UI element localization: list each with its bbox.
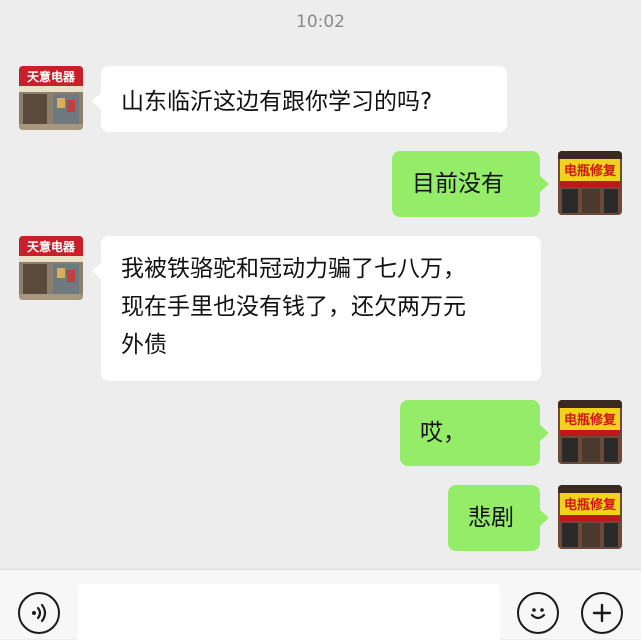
message-bubble-outgoing[interactable]: 目前没有 (392, 151, 549, 217)
chat-area[interactable]: 10:02 天意电器 山东临沂这边有跟你学习的吗? 目前没有 电瓶修复 天意电器… (0, 0, 641, 569)
emoji-icon[interactable] (517, 592, 559, 634)
message-bubble-incoming[interactable]: 我被铁骆驼和冠动力骗了七八万， 现在手里也没有钱了，还欠两万元 外债 (92, 236, 541, 381)
message-text: 哎， (420, 420, 466, 446)
my-avatar[interactable]: 电瓶修复 (558, 151, 622, 215)
voice-icon[interactable] (18, 592, 60, 634)
message-text: 悲剧 (468, 505, 514, 531)
message-bubble-outgoing[interactable]: 悲剧 (448, 485, 549, 551)
message-line: 现在手里也没有钱了，还欠两万元 (121, 294, 466, 320)
contact-avatar[interactable]: 天意电器 (19, 236, 83, 300)
message-timestamp: 10:02 (296, 12, 345, 32)
my-avatar-sign: 电瓶修复 (564, 163, 617, 179)
my-avatar[interactable]: 电瓶修复 (558, 485, 622, 549)
contact-avatar-sign: 天意电器 (27, 69, 76, 84)
my-avatar-sign: 电瓶修复 (564, 497, 617, 513)
message-text: 山东临沂这边有跟你学习的吗? (121, 89, 433, 115)
message-line: 我被铁骆驼和冠动力骗了七八万， (121, 256, 466, 282)
input-bar (0, 569, 641, 640)
message-input[interactable] (78, 584, 500, 640)
contact-avatar-sign: 天意电器 (27, 239, 76, 254)
my-avatar-sign: 电瓶修复 (564, 412, 617, 428)
message-line: 外债 (121, 332, 167, 358)
message-text: 目前没有 (412, 171, 504, 197)
contact-avatar[interactable]: 天意电器 (19, 66, 83, 130)
message-bubble-outgoing[interactable]: 哎， (400, 400, 549, 466)
message-bubble-incoming[interactable]: 山东临沂这边有跟你学习的吗? (92, 66, 507, 132)
my-avatar[interactable]: 电瓶修复 (558, 400, 622, 464)
plus-icon[interactable] (581, 592, 623, 634)
